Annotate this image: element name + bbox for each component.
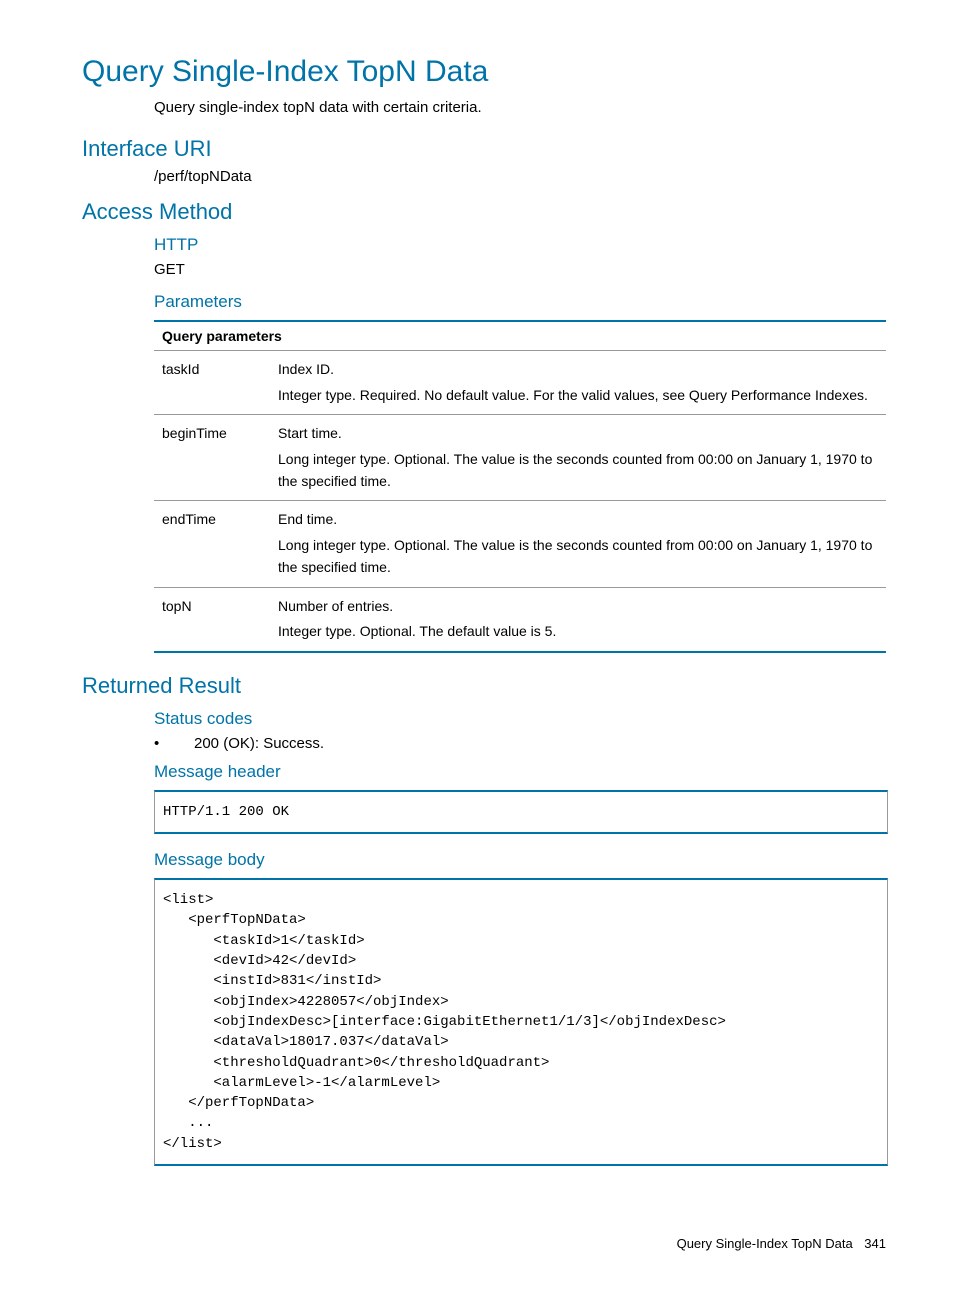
message-header-code: HTTP/1.1 200 OK bbox=[154, 790, 888, 834]
param-desc: Number of entries. Integer type. Optiona… bbox=[270, 587, 886, 652]
table-caption: Query parameters bbox=[154, 321, 886, 351]
footer-title: Query Single-Index TopN Data bbox=[677, 1236, 853, 1251]
status-codes-heading: Status codes bbox=[154, 709, 886, 729]
table-row: endTime End time. Long integer type. Opt… bbox=[154, 501, 886, 587]
param-desc: End time. Long integer type. Optional. T… bbox=[270, 501, 886, 587]
param-desc: Start time. Long integer type. Optional.… bbox=[270, 415, 886, 501]
params-table: Query parameters taskId Index ID. Intege… bbox=[154, 320, 886, 653]
table-row: topN Number of entries. Integer type. Op… bbox=[154, 587, 886, 652]
status-code-item: • 200 (OK): Success. bbox=[154, 735, 886, 752]
message-header-heading: Message header bbox=[154, 762, 886, 782]
message-body-code: <list> <perfTopNData> <taskId>1</taskId>… bbox=[154, 878, 888, 1166]
param-desc: Index ID. Integer type. Required. No def… bbox=[270, 351, 886, 415]
page-title: Query Single-Index TopN Data bbox=[82, 55, 886, 89]
parameters-heading: Parameters bbox=[154, 292, 886, 312]
page-footer: Query Single-Index TopN Data 341 bbox=[82, 1236, 886, 1251]
param-name: beginTime bbox=[154, 415, 270, 501]
http-value: GET bbox=[154, 261, 886, 278]
interface-uri-heading: Interface URI bbox=[82, 136, 886, 162]
page-content: Query Single-Index TopN Data Query singl… bbox=[0, 0, 954, 1291]
table-row: taskId Index ID. Integer type. Required.… bbox=[154, 351, 886, 415]
returned-result-heading: Returned Result bbox=[82, 673, 886, 699]
access-method-heading: Access Method bbox=[82, 199, 886, 225]
param-name: topN bbox=[154, 587, 270, 652]
intro-text: Query single-index topN data with certai… bbox=[154, 99, 886, 116]
interface-uri-value: /perf/topNData bbox=[154, 168, 886, 185]
param-name: taskId bbox=[154, 351, 270, 415]
footer-page-number: 341 bbox=[864, 1236, 886, 1251]
message-body-heading: Message body bbox=[154, 850, 886, 870]
param-name: endTime bbox=[154, 501, 270, 587]
bullet-icon: • bbox=[154, 735, 194, 752]
table-row: beginTime Start time. Long integer type.… bbox=[154, 415, 886, 501]
http-heading: HTTP bbox=[154, 235, 886, 255]
